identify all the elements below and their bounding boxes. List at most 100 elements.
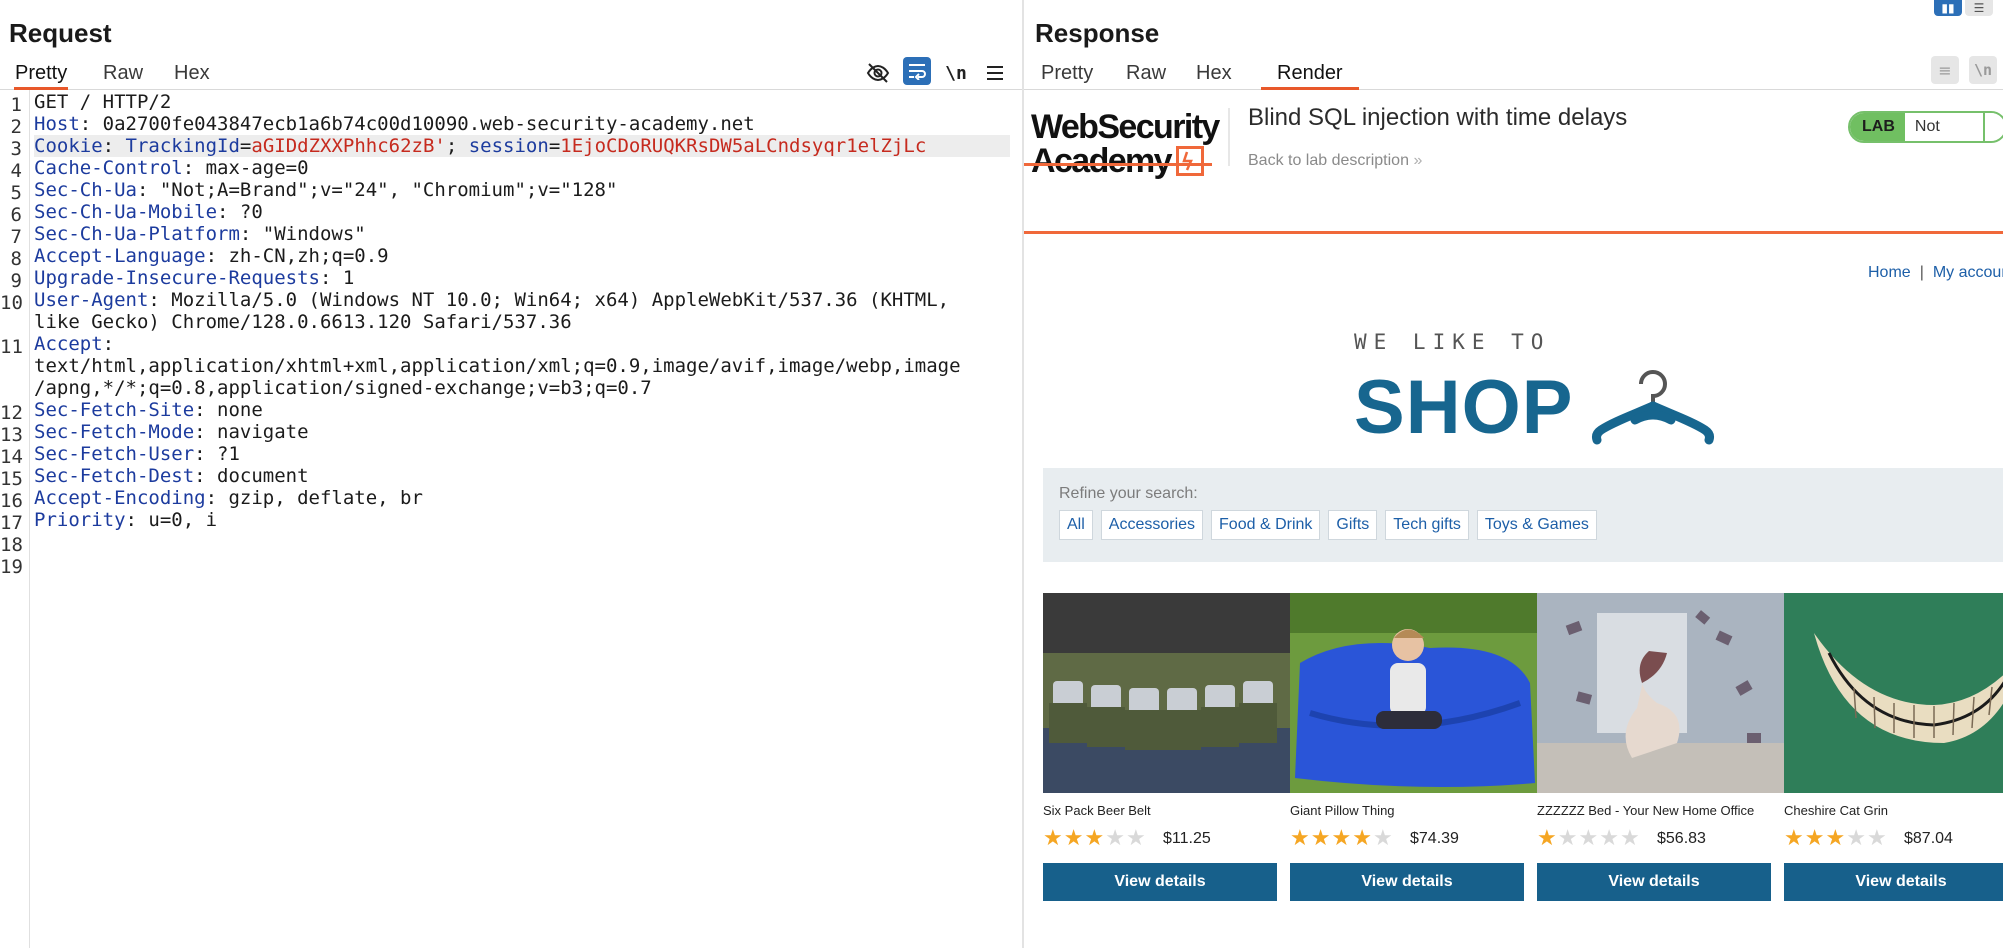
- menu-icon[interactable]: [980, 58, 1010, 88]
- hide-eye-icon[interactable]: [863, 58, 893, 88]
- code-line[interactable]: Sec-Fetch-User: ?1: [34, 443, 1010, 465]
- product-image-cheshire-grin[interactable]: [1784, 593, 2003, 793]
- word-wrap-icon[interactable]: [903, 57, 931, 85]
- lab-status-badge: LAB Not solved: [1848, 111, 2003, 143]
- product-image-beer-belt[interactable]: [1043, 593, 1290, 793]
- product-image-zzzzzz-bed[interactable]: [1537, 593, 1784, 793]
- code-text: : document: [194, 465, 309, 487]
- header-name: Sec-Fetch-Dest: [34, 465, 195, 487]
- request-tab-pretty[interactable]: Pretty: [14, 60, 69, 90]
- line-number: 5: [10, 182, 22, 204]
- star-filled-icon: ★: [1290, 826, 1311, 851]
- layout-stack-icon[interactable]: ☰: [1965, 0, 1993, 16]
- response-tab-raw[interactable]: Raw: [1125, 60, 1167, 90]
- line-number: 11: [0, 336, 23, 358]
- star-empty-icon: ★: [1599, 826, 1620, 851]
- line-number: 14: [0, 446, 23, 468]
- logo-line2: Academy: [1031, 142, 1173, 180]
- star-filled-icon: ★: [1063, 826, 1085, 851]
- logo-underline: [1024, 163, 1212, 166]
- star-empty-icon: ★: [1578, 826, 1600, 851]
- code-line[interactable]: Host: 0a2700fe043847ecb1a6b74c00d10090.w…: [34, 113, 1010, 135]
- code-text: : u=0, i: [125, 509, 218, 531]
- filter-food-drink[interactable]: Food & Drink: [1211, 510, 1321, 540]
- code-line[interactable]: [34, 553, 1010, 575]
- request-tab-raw[interactable]: Raw: [102, 60, 144, 90]
- filter-tech-gifts[interactable]: Tech gifts: [1385, 510, 1469, 540]
- product-rating-stars: ★★★★★: [1537, 826, 1641, 851]
- product-name: ZZZZZZ Bed - Your New Home Office: [1537, 803, 1755, 818]
- code-line[interactable]: /apng,*/*;q=0.8,application/signed-excha…: [34, 377, 1010, 399]
- view-details-button[interactable]: View details: [1290, 863, 1524, 901]
- newline-toggle[interactable]: \n: [941, 58, 971, 88]
- code-line-highlighted[interactable]: Cookie: TrackingId=aGIDdZXXPhhc62zB'; se…: [34, 135, 1010, 157]
- header-name: Upgrade-Insecure-Requests: [34, 267, 320, 289]
- nav-home-link[interactable]: Home: [1868, 264, 1911, 281]
- response-newline-toggle[interactable]: \n: [1969, 56, 1997, 84]
- header-name: Sec-Ch-Ua: [34, 179, 137, 201]
- rendered-page: WebSecurity Academy Blind SQL injection …: [1024, 90, 2003, 948]
- view-details-button[interactable]: View details: [1784, 863, 2003, 901]
- line-number: 19: [0, 556, 23, 578]
- view-details-button[interactable]: View details: [1043, 863, 1277, 901]
- code-line[interactable]: like Gecko) Chrome/128.0.6613.120 Safari…: [34, 311, 1010, 333]
- header-name: TrackingId: [125, 135, 240, 157]
- product-rating-stars: ★★★★★: [1784, 826, 1888, 851]
- header-name: Accept-Language: [34, 245, 206, 267]
- star-empty-icon: ★: [1125, 826, 1147, 851]
- line-number: 16: [0, 490, 23, 512]
- code-line[interactable]: Priority: u=0, i: [34, 509, 1010, 531]
- code-text: : 1: [319, 267, 355, 289]
- filter-gifts[interactable]: Gifts: [1328, 510, 1378, 540]
- filter-toys-games[interactable]: Toys & Games: [1476, 510, 1597, 540]
- response-tab-pretty[interactable]: Pretty: [1040, 60, 1094, 90]
- code-line[interactable]: [34, 531, 1010, 553]
- code-line[interactable]: Sec-Fetch-Dest: document: [34, 465, 1010, 487]
- code-line[interactable]: Upgrade-Insecure-Requests: 1: [34, 267, 1010, 289]
- code-line[interactable]: User-Agent: Mozilla/5.0 (Windows NT 10.0…: [34, 289, 1010, 311]
- shop-tagline: WE LIKE TO: [1354, 330, 1551, 354]
- header-divider: [1228, 108, 1230, 166]
- request-tab-hex[interactable]: Hex: [173, 60, 211, 90]
- code-text: : Mozilla/5.0 (Windows NT 10.0; Win64; x…: [148, 289, 950, 311]
- code-line[interactable]: text/html,application/xhtml+xml,applicat…: [34, 355, 1010, 377]
- response-pane: ▮▮ ☰ Response Pretty Raw Hex Render ≡ \n…: [1024, 0, 2003, 948]
- view-details-button[interactable]: View details: [1537, 863, 1771, 901]
- code-line[interactable]: Sec-Fetch-Site: none: [34, 399, 1010, 421]
- code-line[interactable]: Sec-Ch-Ua-Platform: "Windows": [34, 223, 1010, 245]
- star-filled-icon: ★: [1310, 826, 1332, 851]
- code-line[interactable]: Sec-Ch-Ua: "Not;A=Brand";v="24", "Chromi…: [34, 179, 1010, 201]
- code-text: : "Not;A=Brand";v="24", "Chromium";v="12…: [136, 179, 618, 201]
- line-number: 9: [10, 270, 22, 292]
- code-line[interactable]: Accept:: [34, 333, 1010, 355]
- response-tab-render[interactable]: Render: [1261, 60, 1359, 90]
- wrap-icon: [909, 64, 926, 80]
- code-line[interactable]: Sec-Ch-Ua-Mobile: ?0: [34, 201, 1010, 223]
- line-number: 3: [10, 138, 22, 160]
- response-wrap-icon[interactable]: ≡: [1931, 56, 1959, 84]
- code-line[interactable]: Accept-Language: zh-CN,zh;q=0.9: [34, 245, 1010, 267]
- line-number: 8: [10, 248, 22, 270]
- back-to-lab-link[interactable]: Back to lab description »: [1248, 152, 1422, 170]
- star-filled-icon: ★: [1331, 826, 1353, 851]
- web-security-academy-logo[interactable]: WebSecurity Academy: [1031, 110, 1221, 178]
- lab-title: Blind SQL injection with time delays: [1248, 104, 1628, 131]
- response-tab-hex[interactable]: Hex: [1195, 60, 1233, 90]
- code-line[interactable]: GET / HTTP/2: [34, 91, 1010, 113]
- nav-my-account-link[interactable]: My account: [1933, 264, 2003, 281]
- star-empty-icon: ★: [1846, 826, 1867, 851]
- product-rating-stars: ★★★★★: [1290, 826, 1394, 851]
- filter-accessories[interactable]: Accessories: [1100, 510, 1204, 540]
- code-text: : navigate: [194, 421, 309, 443]
- filter-all[interactable]: All: [1059, 510, 1093, 540]
- layout-split-icon[interactable]: ▮▮: [1934, 0, 1962, 16]
- product-image-giant-pillow[interactable]: [1290, 593, 1537, 793]
- code-text: : max-age=0: [182, 157, 309, 179]
- refine-search-panel: Refine your search: All Accessories Food…: [1043, 468, 2003, 562]
- code-line[interactable]: Accept-Encoding: gzip, deflate, br: [34, 487, 1010, 509]
- code-text: =: [239, 135, 252, 157]
- code-line[interactable]: Sec-Fetch-Mode: navigate: [34, 421, 1010, 443]
- code-line[interactable]: Cache-Control: max-age=0: [34, 157, 1010, 179]
- code-text: :: [102, 333, 115, 355]
- shop-wordmark: SHOP: [1354, 365, 1574, 450]
